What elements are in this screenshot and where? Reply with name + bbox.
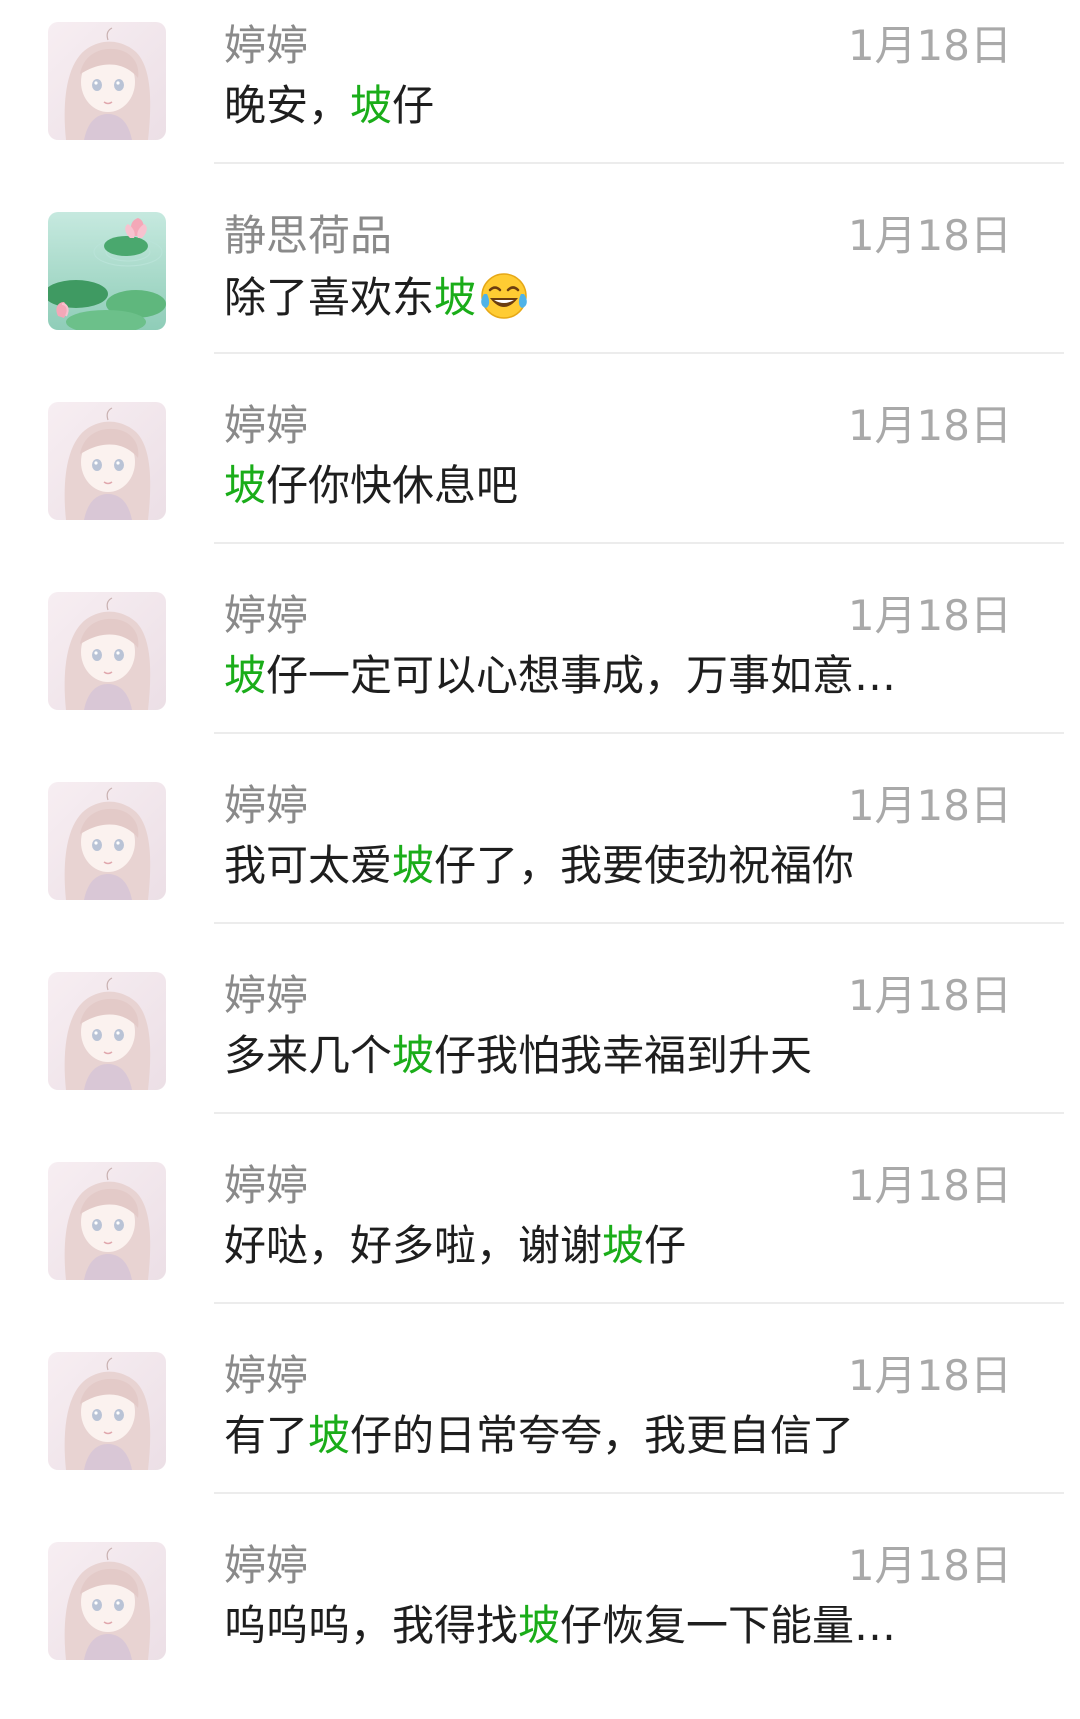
message-text: 呜呜呜，我得找 [224,1601,519,1650]
message-time: 1月18日 [847,401,1012,450]
girl-avatar[interactable] [48,972,166,1090]
keyword-highlight: 坡 [392,841,435,890]
contact-name: 婷婷 [224,1351,309,1400]
keyword-highlight: 坡 [392,1031,435,1080]
keyword-highlight: 坡 [518,1601,561,1650]
message-text: 有了 [224,1411,309,1460]
message-preview: 坡仔你快休息吧 [224,460,518,512]
keyword-highlight: 坡 [434,273,477,322]
contact-name: 婷婷 [224,591,309,640]
conversation-row[interactable]: 婷婷 1月18日 我可太爱坡仔了，我要使劲祝福你 [0,760,1080,950]
message-text: 仔你快休息吧 [266,461,519,510]
message-text: 仔了，我要使劲祝福你 [434,841,855,890]
message-text: 晚安， [224,81,351,130]
conversation-row[interactable]: 婷婷 1月18日 有了坡仔的日常夸夸，我更自信了 [0,1330,1080,1520]
message-preview: 晚安，坡仔 [224,80,434,132]
message-time: 1月18日 [847,211,1012,260]
girl-avatar[interactable] [48,592,166,710]
conversation-row[interactable]: 婷婷 1月18日 坡仔一定可以心想事成，万事如意… [0,570,1080,760]
girl-avatar[interactable] [48,782,166,900]
message-text: 除了喜欢东 [224,273,435,322]
message-time: 1月18日 [847,591,1012,640]
girl-avatar[interactable] [48,1162,166,1280]
girl-avatar[interactable] [48,402,166,520]
message-text: 多来几个 [224,1031,393,1080]
conversation-row[interactable]: 婷婷 1月18日 呜呜呜，我得找坡仔恢复一下能量… [0,1520,1080,1710]
message-text: 好哒，好多啦，谢谢 [224,1221,603,1270]
conversation-row[interactable]: 婷婷 1月18日 多来几个坡仔我怕我幸福到升天 [0,950,1080,1140]
contact-name: 婷婷 [224,1541,309,1590]
contact-name: 婷婷 [224,401,309,450]
keyword-highlight: 坡 [602,1221,645,1270]
conversation-row[interactable]: 婷婷 1月18日 好哒，好多啦，谢谢坡仔 [0,1140,1080,1330]
message-text: 仔我怕我幸福到升天 [434,1031,813,1080]
lotus-avatar[interactable] [48,212,166,330]
contact-name: 静思荷品 [224,211,393,260]
conversation-row[interactable]: 婷婷 1月18日 坡仔你快休息吧 [0,380,1080,570]
divider [214,922,1064,924]
divider [214,352,1064,354]
girl-avatar[interactable] [48,1542,166,1660]
message-time: 1月18日 [847,1161,1012,1210]
message-preview: 呜呜呜，我得找坡仔恢复一下能量… [224,1600,896,1652]
girl-avatar[interactable] [48,22,166,140]
divider [214,1112,1064,1114]
girl-avatar[interactable] [48,1352,166,1470]
divider [214,732,1064,734]
keyword-highlight: 坡 [224,461,267,510]
keyword-highlight: 坡 [224,651,267,700]
message-preview: 多来几个坡仔我怕我幸福到升天 [224,1030,812,1082]
contact-name: 婷婷 [224,1161,309,1210]
message-text: 仔一定可以心想事成，万事如意… [266,651,897,700]
message-time: 1月18日 [847,21,1012,70]
message-preview: 除了喜欢东坡 [224,270,530,324]
message-preview: 有了坡仔的日常夸夸，我更自信了 [224,1410,854,1462]
message-text: 仔恢复一下能量… [560,1601,897,1650]
message-time: 1月18日 [847,781,1012,830]
divider [214,1492,1064,1494]
message-time: 1月18日 [847,1351,1012,1400]
keyword-highlight: 坡 [350,81,393,130]
conversation-row[interactable]: 静思荷品 1月18日 除了喜欢东坡 [0,190,1080,380]
divider [214,1302,1064,1304]
message-text: 仔的日常夸夸，我更自信了 [350,1411,855,1460]
chat-search-results-list: 婷婷 1月18日 晚安，坡仔 静思荷品 1月18日 除了喜欢东坡 婷婷 1月18… [0,0,1080,1710]
contact-name: 婷婷 [224,21,309,70]
tears-of-joy-emoji [481,273,527,319]
message-time: 1月18日 [847,971,1012,1020]
message-text: 仔 [644,1221,687,1270]
message-text: 我可太爱 [224,841,393,890]
message-time: 1月18日 [847,1541,1012,1590]
message-preview: 我可太爱坡仔了，我要使劲祝福你 [224,840,854,892]
divider [214,542,1064,544]
contact-name: 婷婷 [224,781,309,830]
contact-name: 婷婷 [224,971,309,1020]
message-text: 仔 [392,81,435,130]
message-preview: 坡仔一定可以心想事成，万事如意… [224,650,896,702]
divider [214,162,1064,164]
keyword-highlight: 坡 [308,1411,351,1460]
message-preview: 好哒，好多啦，谢谢坡仔 [224,1220,686,1272]
conversation-row[interactable]: 婷婷 1月18日 晚安，坡仔 [0,0,1080,190]
